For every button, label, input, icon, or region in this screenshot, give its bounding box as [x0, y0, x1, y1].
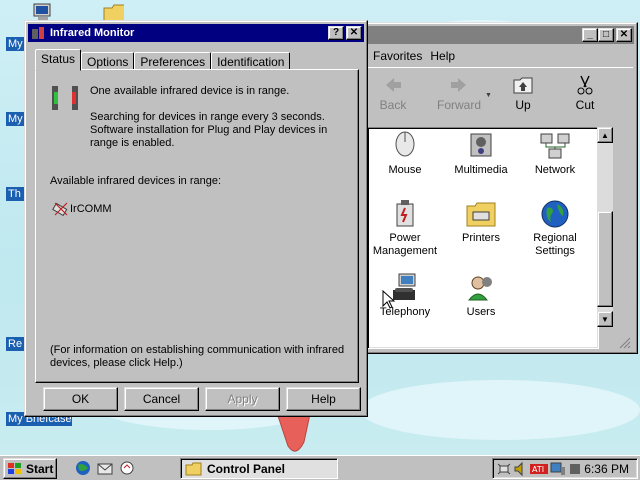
start-button[interactable]: Start: [3, 458, 57, 479]
cancel-button[interactable]: Cancel: [124, 387, 199, 411]
resize-grip-icon[interactable]: [619, 337, 631, 349]
status-line: One available infrared device is in rang…: [90, 85, 290, 97]
wallpaper-cloud: [360, 380, 640, 440]
ircomm-device-icon: [52, 202, 68, 217]
cp-item-mouse[interactable]: Mouse: [368, 130, 442, 177]
scissors-icon: [577, 75, 593, 95]
cp-item-label: Mouse: [388, 164, 422, 176]
infrared-tray-icon[interactable]: [495, 461, 513, 477]
network-icon: [540, 133, 570, 159]
cp-item-label: Users: [466, 306, 496, 318]
dialog-title: Infrared Monitor: [50, 27, 135, 39]
tab-status[interactable]: Status: [35, 49, 82, 71]
cp-item-label: Network: [534, 164, 576, 176]
forward-arrow-icon: [451, 78, 466, 92]
help-info-line-2: devices, please click Help.): [50, 357, 183, 369]
dialog-titlebar[interactable]: Infrared Monitor ? ✕: [28, 24, 364, 42]
cp-item-regional-settings[interactable]: Regional Settings: [518, 198, 592, 258]
display-tray-icon[interactable]: [549, 461, 567, 477]
status-panel: One available infrared device is in rang…: [35, 69, 359, 383]
multimedia-icon: [470, 133, 492, 157]
available-devices-label: Available infrared devices in range:: [50, 175, 222, 187]
help-button[interactable]: Help: [286, 387, 361, 411]
printers-icon: [466, 202, 496, 227]
cp-item-label: Printers: [462, 232, 500, 244]
quick-launch: [70, 459, 140, 478]
cp-item-power-management[interactable]: Power Management: [368, 198, 442, 258]
cp-item-users[interactable]: Users: [444, 272, 518, 319]
back-arrow-icon: [386, 78, 401, 92]
internet-explorer-icon[interactable]: [74, 459, 92, 477]
clock[interactable]: 6:36 PM: [584, 462, 629, 476]
maximize-button[interactable]: □: [598, 28, 614, 42]
desktop-label-the-internet[interactable]: Th: [6, 187, 24, 201]
close-button[interactable]: ✕: [346, 26, 362, 40]
cut-label: Cut: [575, 98, 595, 112]
close-button[interactable]: ✕: [616, 28, 632, 42]
back-button[interactable]: Back: [363, 74, 423, 112]
scroll-down-button[interactable]: ▼: [597, 311, 613, 327]
help-info-line-1: (For information on establishing communi…: [50, 344, 345, 356]
menu-help[interactable]: Help: [430, 49, 455, 63]
svg-text:ATI: ATI: [532, 465, 544, 474]
scroll-up-button[interactable]: ▲: [597, 127, 613, 143]
mouse-icon: [395, 131, 415, 157]
control-panel-icons: Mouse Multimedia Network Power Managemen…: [368, 128, 600, 350]
search-line-2: Software installation for Plug and Play …: [90, 124, 328, 136]
up-label: Up: [515, 98, 531, 112]
ati-icon[interactable]: ATI: [529, 461, 549, 477]
cp-item-network[interactable]: Network: [518, 130, 592, 177]
show-desktop-icon[interactable]: [118, 459, 136, 477]
forward-label: Forward: [436, 98, 481, 112]
wallpaper-shape: [277, 413, 311, 452]
desktop-label-my-documents[interactable]: My: [6, 112, 24, 126]
windows-logo-icon: [8, 462, 21, 474]
ok-button[interactable]: OK: [43, 387, 118, 411]
control-panel-content: Mouse Multimedia Network Power Managemen…: [367, 127, 599, 349]
tab-strip: Status Options Preferences Identificatio…: [35, 49, 291, 71]
up-folder-icon: [513, 77, 533, 94]
desktop-label-my-computer[interactable]: My: [6, 37, 24, 51]
back-label: Back: [379, 98, 407, 112]
search-line-1: Searching for devices in range every 3 s…: [90, 111, 325, 123]
cp-item-label: Regional Settings: [533, 232, 577, 257]
network-tray-icon[interactable]: [567, 461, 583, 477]
ircomm-device-label[interactable]: IrCOMM: [70, 203, 112, 216]
users-icon: [467, 276, 492, 301]
help-title-button[interactable]: ?: [328, 26, 344, 40]
minimize-button[interactable]: _: [582, 28, 598, 42]
globe-icon: [541, 200, 569, 228]
mouse-cursor-icon: [382, 290, 396, 309]
cp-item-label: Power Management: [372, 232, 438, 257]
infrared-monitor-dialog: Infrared Monitor ? ✕ Status Options Pref…: [24, 20, 368, 417]
cp-item-label: Multimedia: [454, 164, 508, 176]
start-label: Start: [26, 461, 54, 476]
vertical-scrollbar[interactable]: ▲ ▼: [597, 127, 613, 327]
system-tray: ATI 6:36 PM: [492, 458, 638, 479]
taskbar-button-label: Control Panel: [207, 461, 286, 476]
taskbar-button-control-panel[interactable]: Control Panel: [180, 458, 338, 479]
forward-dropdown-icon[interactable]: ▼: [485, 92, 492, 99]
cp-item-telephony[interactable]: Telephony: [368, 272, 442, 319]
infrared-app-icon: [32, 27, 44, 39]
taskbar: Start Control Panel ATI 6:36 PM: [0, 455, 640, 480]
cut-button[interactable]: Cut: [555, 74, 615, 112]
cp-item-multimedia[interactable]: Multimedia: [444, 130, 518, 177]
apply-button[interactable]: Apply: [205, 387, 280, 411]
menu-favorites[interactable]: Favorites: [373, 49, 422, 63]
outlook-express-icon[interactable]: [96, 459, 114, 477]
search-line-3: range is enabled.: [90, 137, 175, 149]
control-panel-folder-icon: [185, 462, 202, 475]
infrared-status-icon: [52, 86, 78, 110]
power-management-icon: [396, 200, 414, 227]
forward-button[interactable]: Forward: [429, 74, 489, 112]
volume-icon[interactable]: [513, 461, 529, 477]
desktop-label-recycle-bin[interactable]: Re: [6, 337, 24, 351]
dialog-buttons: OK Cancel Apply Help: [43, 387, 363, 411]
scroll-thumb[interactable]: [597, 211, 613, 307]
cp-item-printers[interactable]: Printers: [444, 198, 518, 245]
up-button[interactable]: Up: [493, 74, 553, 112]
